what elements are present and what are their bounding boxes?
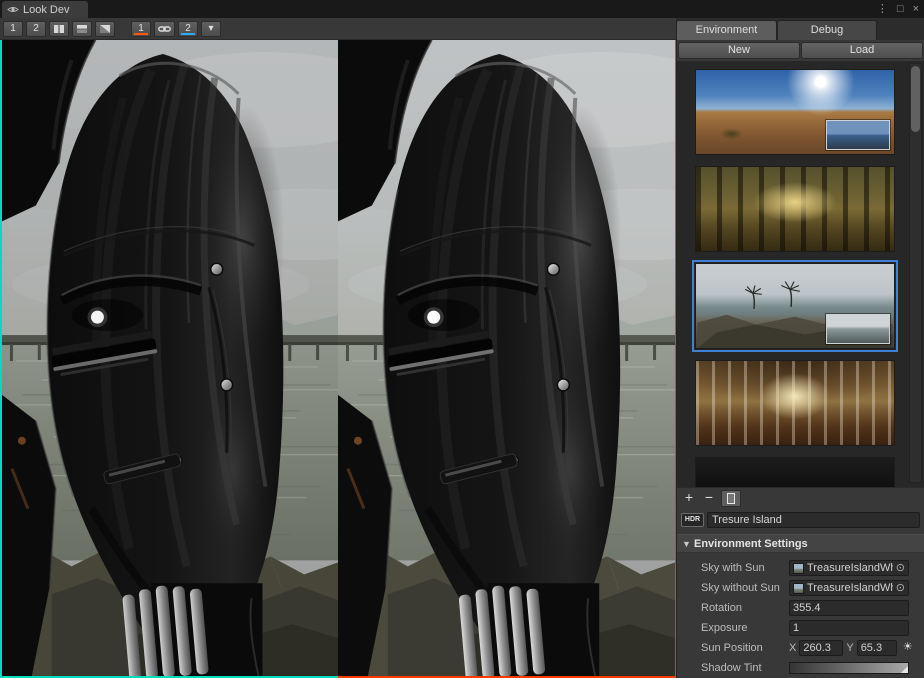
sky-without-sun-field[interactable]: TreasureIslandWh ⊙: [789, 580, 909, 596]
shadow-tint-label: Shadow Tint: [701, 658, 762, 678]
add-environment-button[interactable]: +: [681, 490, 697, 506]
env-thumbnail-sunny-desert[interactable]: [695, 69, 895, 155]
sun-x-field[interactable]: 260.3: [799, 640, 843, 656]
rendered-robot-head-left: [2, 40, 338, 676]
rotation-label: Rotation: [701, 598, 742, 618]
hdr-badge: HDR: [681, 513, 704, 527]
link-views-button[interactable]: [154, 21, 175, 37]
setting-row-sky-without-sun: Sky without Sun TreasureIslandWh ⊙: [677, 578, 924, 598]
object-picker-icon[interactable]: ⊙: [896, 563, 905, 574]
window-close-button[interactable]: ×: [913, 0, 919, 18]
sky-without-sun-value: TreasureIslandWh: [807, 582, 893, 594]
lookdev-window: Look Dev ⋮ □ × 1 2 1 2 ▾: [0, 0, 924, 678]
color-picker-corner-icon: [901, 666, 908, 673]
env-thumbnail-inset: [826, 314, 890, 344]
shadow-tint-swatch[interactable]: [789, 662, 909, 674]
sun-gizmo-button[interactable]: ☀: [900, 640, 916, 656]
foldout-triangle-icon[interactable]: ▼: [682, 535, 691, 553]
split-screen-view-button[interactable]: [72, 21, 92, 37]
environment-name-row: HDR Tresure Island: [677, 510, 924, 530]
window-maximize-button[interactable]: □: [897, 0, 904, 18]
tab-environment[interactable]: Environment: [676, 20, 777, 40]
environment-settings-title: Environment Settings: [694, 535, 808, 553]
exposure-label: Exposure: [701, 618, 747, 638]
sky-with-sun-field[interactable]: TreasureIslandWh ⊙: [789, 560, 909, 576]
environment-settings-header[interactable]: ▼ Environment Settings: [677, 534, 924, 553]
remove-environment-button[interactable]: −: [701, 490, 717, 506]
sun-y-field[interactable]: 65.3: [857, 640, 897, 656]
view-1-accent-bar: [134, 33, 148, 35]
sun-position-label: Sun Position: [701, 638, 763, 658]
environment-library-list: [677, 61, 924, 487]
env-thumbnail-forest[interactable]: [695, 166, 895, 252]
side-by-side-icon: [53, 24, 65, 34]
lookdev-viewports: [0, 40, 676, 678]
single-view-1-label: 1: [10, 22, 16, 35]
setting-row-exposure: Exposure 1: [677, 618, 924, 638]
load-environment-button[interactable]: Load: [801, 42, 923, 59]
window-title: Look Dev: [23, 4, 69, 16]
viewport-left[interactable]: [0, 40, 338, 678]
env-thumbnail-dark-night[interactable]: [695, 457, 895, 487]
panel-tab-bar: Environment Debug: [676, 18, 924, 40]
duplicate-page-icon: [727, 493, 735, 504]
new-environment-button[interactable]: New: [678, 42, 800, 59]
viewport-right[interactable]: [338, 40, 676, 678]
object-picker-icon[interactable]: ⊙: [896, 583, 905, 594]
setting-row-shadow-tint: Shadow Tint: [677, 658, 924, 678]
rotation-field[interactable]: 355.4: [789, 600, 909, 616]
dropdown-caret-icon: ▾: [208, 22, 213, 35]
view-options-dropdown[interactable]: ▾: [201, 21, 221, 37]
env-thumbnail-treasure-island[interactable]: [695, 263, 895, 349]
title-bar: Look Dev ⋮ □ ×: [0, 0, 924, 18]
diagonal-split-icon: [99, 24, 111, 34]
texture-preview-icon: [793, 563, 804, 574]
duplicate-environment-button[interactable]: [721, 490, 741, 507]
view-2-accent-bar: [181, 33, 195, 35]
environment-name-field[interactable]: Tresure Island: [707, 512, 920, 528]
exposure-field[interactable]: 1: [789, 620, 909, 636]
single-view-2-button[interactable]: 2: [26, 21, 46, 37]
window-tab-lookdev[interactable]: Look Dev: [2, 1, 88, 18]
zone-view-button[interactable]: [95, 21, 115, 37]
rendered-robot-head-right: [338, 40, 675, 676]
view-1-toggle[interactable]: 1: [131, 21, 151, 37]
sky-without-sun-label: Sky without Sun: [701, 578, 780, 598]
sky-with-sun-label: Sky with Sun: [701, 558, 765, 578]
sky-with-sun-value: TreasureIslandWh: [807, 562, 893, 574]
view-2-toggle[interactable]: 2: [178, 21, 198, 37]
single-view-1-button[interactable]: 1: [3, 21, 23, 37]
single-view-2-label: 2: [33, 22, 39, 35]
sun-x-label: X: [789, 642, 796, 654]
lookdev-eye-icon: [7, 5, 19, 14]
setting-row-rotation: Rotation 355.4: [677, 598, 924, 618]
setting-row-sky-with-sun: Sky with Sun TreasureIslandWh ⊙: [677, 558, 924, 578]
library-scrollbar-thumb[interactable]: [911, 66, 920, 132]
library-scrollbar[interactable]: [909, 63, 922, 483]
window-menu-button[interactable]: ⋮: [877, 0, 888, 18]
env-thumbnail-church-interior[interactable]: [695, 360, 895, 446]
side-by-side-view-button[interactable]: [49, 21, 69, 37]
sun-y-label: Y: [846, 642, 853, 654]
split-screen-icon: [76, 24, 88, 34]
lookdev-toolbar: 1 2 1 2 ▾: [0, 18, 676, 40]
environment-panel: New Load: [676, 40, 924, 678]
library-toolbar: + −: [677, 487, 924, 508]
setting-row-sun-position: Sun Position X 260.3 Y 65.3 ☀: [677, 638, 924, 658]
texture-preview-icon: [793, 583, 804, 594]
tab-debug[interactable]: Debug: [777, 20, 877, 40]
link-icon: [158, 24, 171, 34]
env-thumbnail-inset: [826, 120, 890, 150]
